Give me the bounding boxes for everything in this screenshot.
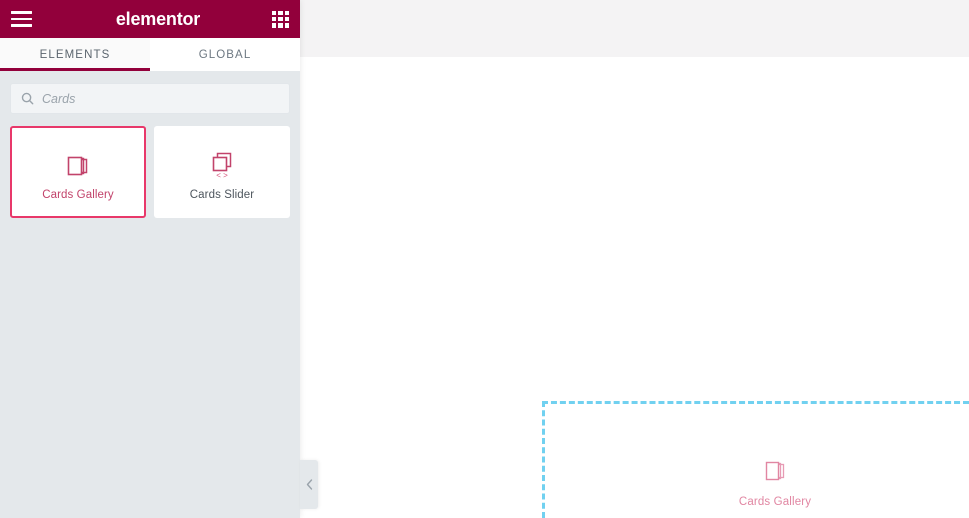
chevron-left-icon — [306, 479, 312, 490]
drag-ghost-label: Cards Gallery — [738, 496, 812, 508]
panel-header: elementor — [0, 0, 300, 38]
search-area — [0, 71, 300, 114]
elementor-logo: elementor — [115, 8, 201, 29]
widget-cards-slider[interactable]: < > Cards Slider — [154, 126, 290, 218]
tab-global[interactable]: GLOBAL — [150, 38, 300, 71]
widget-cards-gallery-label: Cards Gallery — [42, 189, 114, 201]
cards-slider-icon: < > — [205, 143, 239, 187]
widgets-grid: Cards Gallery < > Cards Slider — [0, 114, 300, 218]
svg-text:< >: < > — [216, 171, 228, 180]
tab-elements[interactable]: ELEMENTS — [0, 38, 150, 71]
search-box[interactable] — [10, 83, 290, 114]
drag-ghost-cards-gallery: Cards Gallery — [733, 450, 817, 508]
tab-global-label: GLOBAL — [198, 48, 252, 61]
widgets-grid-icon[interactable] — [271, 10, 289, 28]
cards-gallery-icon — [61, 143, 95, 187]
widget-cards-slider-label: Cards Slider — [189, 189, 255, 201]
cards-gallery-icon — [733, 450, 817, 490]
search-icon — [21, 92, 34, 105]
hamburger-line — [11, 17, 32, 21]
widget-cards-gallery[interactable]: Cards Gallery — [10, 126, 146, 218]
hamburger-icon[interactable] — [11, 11, 32, 27]
search-input[interactable] — [42, 91, 279, 106]
panel-tabs: ELEMENTS GLOBAL — [0, 38, 300, 71]
panel-collapse-button[interactable] — [300, 460, 318, 509]
elementor-editor: Cards Gallery elementor ELEMENTS GLOBAL — [0, 0, 969, 518]
hamburger-line — [11, 24, 32, 27]
tab-elements-label: ELEMENTS — [39, 48, 111, 61]
hamburger-line — [11, 11, 32, 14]
widgets-panel: elementor ELEMENTS GLOBAL Cards Cards Ga… — [0, 0, 300, 518]
